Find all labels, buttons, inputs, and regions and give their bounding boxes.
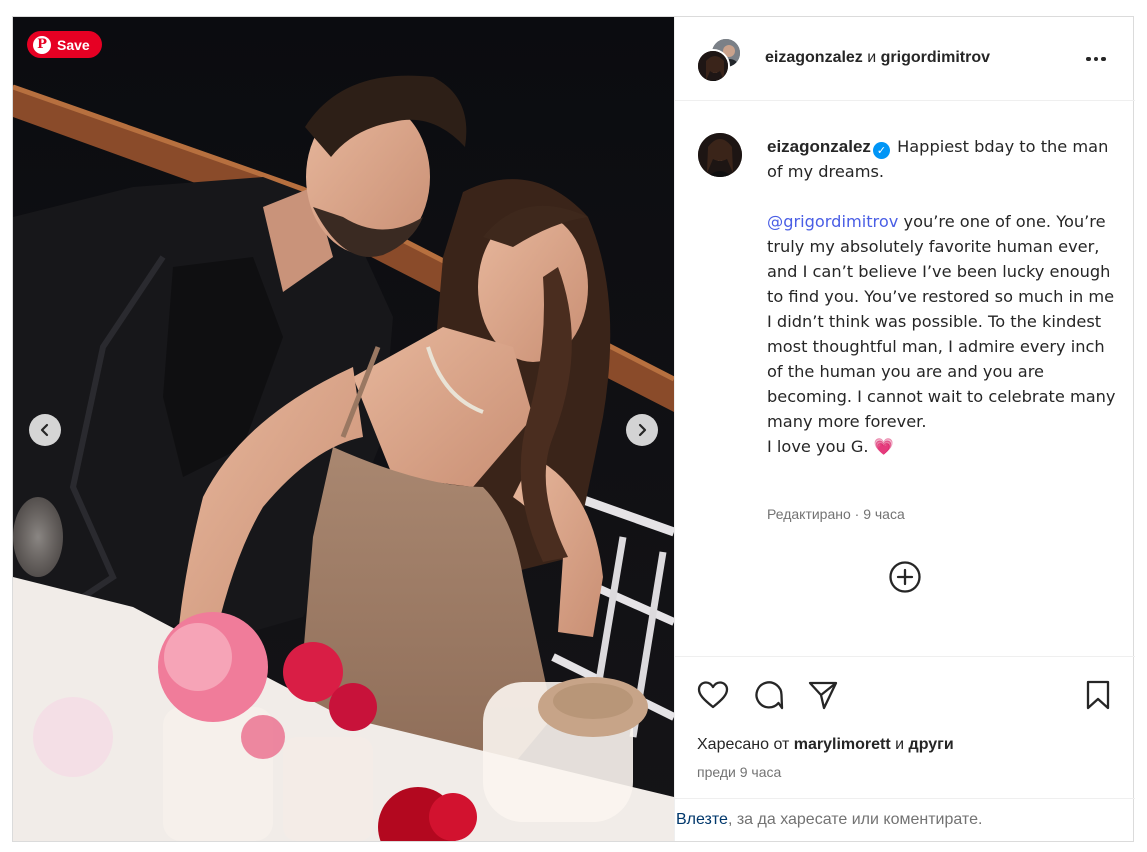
post-timestamp[interactable]: преди 9 часа [697,764,781,780]
post-media[interactable]: P Save [13,17,674,841]
caption-line-2: you’re one of one. You’re truly my absol… [767,212,1116,431]
caption-line-3: I love you G. [767,437,869,456]
comment-bubble-icon[interactable] [752,678,786,712]
verified-badge-icon: ✓ [872,142,890,159]
more-options-icon[interactable] [1081,47,1111,71]
likes-others-link[interactable]: други [909,736,954,753]
login-prompt: Влезте, за да харесате или коментирате. [675,798,1135,841]
more-dot [1101,56,1106,62]
avatar-eizagonzalez[interactable] [696,49,730,83]
previous-photo-button[interactable] [29,414,61,446]
likes-user-link[interactable]: marylimorett [794,736,891,753]
collab-avatars[interactable] [696,37,744,83]
pinterest-save-label: Save [57,36,90,53]
post-side-panel: eizagonzalez и grigordimitrov eizagonzal… [674,17,1135,841]
pinterest-icon: P [33,35,51,54]
post-authors: eizagonzalez и grigordimitrov [765,49,990,67]
author-link-1[interactable]: eizagonzalez [765,49,863,66]
more-dot [1093,56,1099,62]
pink-heart-emoji: 💗 [873,437,894,456]
likes-conjunction: и [895,736,905,753]
caption-username[interactable]: eizagonzalez [767,137,871,156]
instagram-post: P Save eizagonzalez и grigordimitrov eiz… [12,16,1135,842]
chevron-right-icon [638,423,647,437]
more-dot [1086,56,1091,62]
likes-summary: Харесано от marylimorett и други [697,736,954,754]
post-header: eizagonzalez и grigordimitrov [675,17,1135,101]
chevron-left-icon [40,423,49,437]
caption-meta: Редактирано · 9 часа [767,506,905,522]
post-photo [13,17,674,841]
login-link[interactable]: Влезте [676,811,728,829]
login-prompt-text: , за да харесате или коментирате. [727,811,983,828]
add-circle-icon[interactable] [888,560,922,594]
caption-text: eizagonzalez ✓ Happiest bday to the man o… [767,134,1117,459]
likes-prefix: Харесано от [697,736,790,753]
bookmark-icon[interactable] [1081,678,1115,712]
paper-plane-icon[interactable] [806,678,840,712]
author-link-2[interactable]: grigordimitrov [881,49,990,66]
mention-link[interactable]: @grigordimitrov [767,212,898,231]
pinterest-save-button[interactable]: P Save [27,31,102,58]
next-photo-button[interactable] [626,414,658,446]
authors-conjunction: и [867,49,877,66]
heart-outline-icon[interactable] [696,678,730,712]
post-caption: eizagonzalez ✓ Happiest bday to the man o… [675,101,1135,656]
caption-avatar[interactable] [698,133,742,177]
